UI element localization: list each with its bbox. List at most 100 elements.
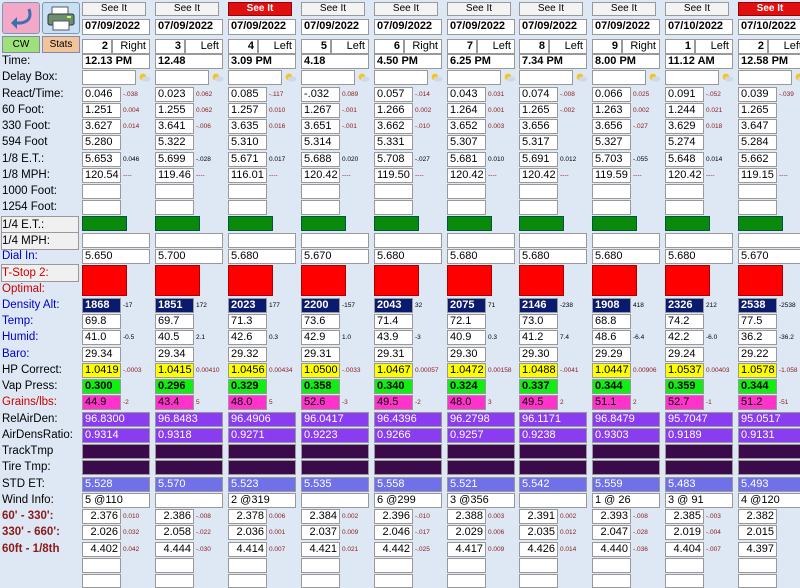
eighth-et-delta: 0.046	[123, 152, 139, 167]
sixty-foot: 1.267	[301, 103, 340, 118]
foot-1254-field	[301, 200, 340, 215]
density-alt-delta: 177	[269, 298, 280, 313]
tstop-optimal-block	[374, 265, 419, 296]
rel-air-den: 96.2798	[447, 412, 515, 427]
split-60-330: 2.386	[155, 509, 194, 524]
extra-field	[738, 574, 777, 588]
quarter-mph-field	[665, 233, 733, 248]
weather-sun-icon	[574, 72, 588, 82]
eighth-et: 5.648	[665, 152, 704, 167]
see-it-button[interactable]: See It	[155, 2, 219, 16]
row-label: Humid:	[2, 329, 78, 345]
tire-temp-field	[155, 460, 223, 475]
track-temp-field	[301, 444, 369, 459]
vap-press: 0.344	[738, 379, 777, 394]
wind-info: 5 @110	[82, 493, 150, 508]
see-it-button[interactable]: See It	[592, 2, 656, 16]
tstop-optimal-block	[519, 265, 564, 296]
run-number: 5	[301, 39, 331, 54]
temp: 69.7	[155, 314, 194, 329]
eighth-mph-delta: ----	[560, 168, 569, 183]
std-et: 5.542	[519, 477, 587, 492]
see-it-button[interactable]: See It	[228, 2, 292, 16]
run-number: 4	[228, 39, 258, 54]
grains-delta: -1	[706, 395, 712, 410]
split-330-660: 2.035	[519, 525, 558, 540]
split-60-eighth-delta: 0.042	[123, 542, 139, 557]
hp-correct-delta: 0.00403	[706, 363, 730, 378]
density-alt: 2538	[738, 298, 777, 313]
eighth-et: 5.688	[301, 152, 340, 167]
reaction-time: 0.043	[447, 87, 486, 102]
run-number: 2	[82, 39, 112, 54]
foot-594: 5.280	[82, 135, 121, 150]
dial-in: 5.680	[592, 249, 660, 264]
density-alt: 1908	[592, 298, 631, 313]
eighth-et: 5.703	[592, 152, 631, 167]
tstop-optimal-block	[228, 265, 273, 296]
split-60-330-delta: -.003	[706, 509, 721, 524]
baro: 29.34	[82, 347, 121, 362]
run-time: 4.18	[301, 54, 369, 69]
split-330-660: 2.015	[738, 525, 777, 540]
see-it-button[interactable]: See It	[447, 2, 511, 16]
eighth-mph: 119.46	[155, 168, 194, 183]
foot-1254-field	[519, 200, 558, 215]
temp: 71.3	[228, 314, 267, 329]
delay-box-field	[82, 70, 136, 85]
delay-box-field	[447, 70, 501, 85]
row-label: 60 Foot:	[2, 102, 78, 118]
eighth-et-delta: 0.012	[560, 152, 576, 167]
hp-correct: 1.0467	[374, 363, 413, 378]
grains-delta: 3	[488, 395, 492, 410]
printer-icon	[43, 3, 79, 33]
air-dens-ratio: 0.9238	[519, 428, 587, 443]
see-it-button[interactable]: See It	[82, 2, 146, 16]
foot-1000-field	[374, 184, 413, 199]
reaction-time: -.032	[301, 87, 340, 102]
see-it-button[interactable]: See It	[738, 2, 800, 16]
split-60-330-delta: 0.003	[488, 509, 504, 524]
stats-tab[interactable]: Stats	[42, 36, 80, 53]
grains: 48.0	[228, 395, 267, 410]
rel-air-den: 96.8479	[592, 412, 660, 427]
air-dens-ratio: 0.9303	[592, 428, 660, 443]
back-arrow-button[interactable]	[2, 2, 40, 34]
std-et: 5.570	[155, 477, 223, 492]
reaction-time-delta: 0.089	[342, 87, 358, 102]
hp-correct-delta: -.0041	[560, 363, 578, 378]
foot-1254-field	[82, 200, 121, 215]
humidity-delta: -0.5	[123, 330, 134, 345]
print-button[interactable]	[42, 2, 80, 34]
see-it-button[interactable]: See It	[665, 2, 729, 16]
split-60-eighth-delta: -.025	[415, 542, 430, 557]
vap-press: 0.340	[374, 379, 413, 394]
weather-sun-icon	[647, 72, 661, 82]
foot-330: 3.656	[592, 119, 631, 134]
eighth-mph: 119.59	[592, 168, 631, 183]
hp-correct-delta: 0.00410	[196, 363, 220, 378]
quarter-et-bar	[301, 216, 346, 231]
grains: 49.5	[519, 395, 558, 410]
cw-tab[interactable]: CW	[2, 36, 40, 53]
density-alt-delta: 212	[706, 298, 717, 313]
see-it-button[interactable]: See It	[519, 2, 583, 16]
extra-field	[155, 574, 194, 588]
extra-field	[665, 574, 704, 588]
split-330-660: 2.026	[82, 525, 121, 540]
foot-330: 3.651	[301, 119, 340, 134]
see-it-button[interactable]: See It	[374, 2, 438, 16]
vap-press: 0.359	[665, 379, 704, 394]
vap-press: 0.324	[447, 379, 486, 394]
vap-press: 0.337	[519, 379, 558, 394]
track-temp-field	[155, 444, 223, 459]
density-alt: 1851	[155, 298, 194, 313]
split-60-eighth: 4.414	[228, 542, 267, 557]
split-60-eighth-delta: 0.009	[488, 542, 504, 557]
split-330-660: 2.019	[665, 525, 704, 540]
humidity: 36.2	[738, 330, 777, 345]
hp-correct-delta: 0.00057	[415, 363, 439, 378]
run-date: 07/09/2022	[374, 19, 442, 35]
see-it-button[interactable]: See It	[301, 2, 365, 16]
wind-info: 2 @319	[228, 493, 296, 508]
